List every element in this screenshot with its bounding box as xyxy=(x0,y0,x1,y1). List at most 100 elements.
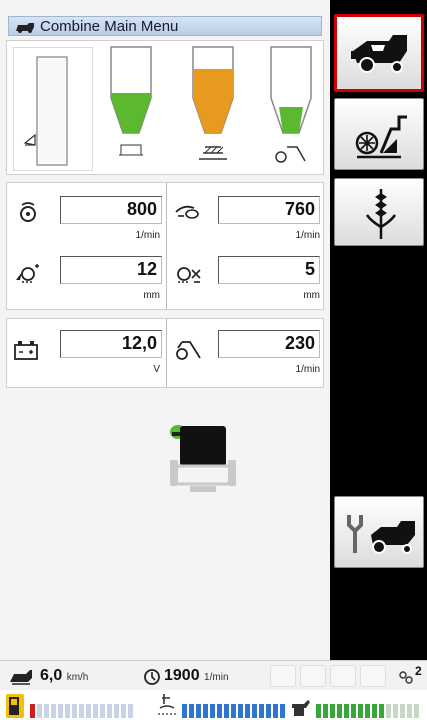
fuel-segment xyxy=(93,704,98,718)
speed-icon xyxy=(10,670,32,685)
oil-segment xyxy=(414,704,419,718)
fuel-segment xyxy=(37,704,42,718)
wrench-combine-icon xyxy=(347,515,415,554)
temperature-segment xyxy=(238,704,243,718)
fuel-segment xyxy=(30,704,35,718)
fuel-segment xyxy=(72,704,77,718)
concave-gap-up-icon xyxy=(16,264,39,283)
drum-speed-icon xyxy=(20,202,36,222)
concave-gap-up-field[interactable]: 12 xyxy=(60,256,162,284)
chopper-speed-value: 230 xyxy=(284,333,315,353)
fan-speed-unit: 1/min xyxy=(295,230,320,241)
concave-gap-down-unit: mm xyxy=(303,290,320,301)
ground-speed-unit: km/h xyxy=(66,672,89,683)
concave-gap-down-icon xyxy=(177,267,201,283)
fan-speed-icon xyxy=(175,205,199,219)
ground-speed-value: 6,0 xyxy=(40,667,63,684)
oil-segment xyxy=(365,704,370,718)
oil-segment xyxy=(407,704,412,718)
engine-speed-unit: 1/min xyxy=(204,672,229,683)
engine-speed-icon xyxy=(144,669,160,685)
status-bar: 6,0 km/h 1900 1/min 2 xyxy=(0,660,427,690)
temperature-segment xyxy=(224,704,229,718)
drum-speed-field[interactable]: 800 xyxy=(60,196,162,224)
battery-voltage-field[interactable]: 12,0 xyxy=(60,330,162,358)
temperature-segment xyxy=(210,704,215,718)
chopper-speed-icon xyxy=(176,341,201,360)
oil-segment xyxy=(330,704,335,718)
status-slot-3 xyxy=(330,665,356,687)
threshing-drum-icon xyxy=(355,115,407,159)
tank-section xyxy=(6,40,324,175)
oil-segment xyxy=(351,704,356,718)
temperature-segment xyxy=(266,704,271,718)
concave-gap-up-value: 12 xyxy=(136,259,157,279)
chopper-speed-field[interactable]: 230 xyxy=(218,330,320,358)
temperature-segment xyxy=(196,704,201,718)
oil-segment xyxy=(344,704,349,718)
concave-gap-down-value: 5 xyxy=(304,259,315,279)
oil-segment xyxy=(393,704,398,718)
fuel-segment xyxy=(121,704,126,718)
drum-speed-value: 800 xyxy=(126,199,157,219)
fuel-segment xyxy=(79,704,84,718)
status-slot-1 xyxy=(270,665,296,687)
combine-top-view-icon xyxy=(170,425,236,492)
fan-speed-field[interactable]: 760 xyxy=(218,196,320,224)
fuel-segment xyxy=(100,704,105,718)
tailings-bin-indicator xyxy=(192,46,234,160)
fuel-segment xyxy=(58,704,63,718)
status-corner-label: 2 xyxy=(415,664,422,678)
fuel-segment xyxy=(51,704,56,718)
concave-gap-down-field[interactable]: 5 xyxy=(218,256,320,284)
oil-segment xyxy=(400,704,405,718)
ground-speed-readout: 6,0 km/h xyxy=(40,667,88,685)
oil-segment xyxy=(358,704,363,718)
temperature-segment xyxy=(280,704,285,718)
battery-icon xyxy=(14,341,38,360)
concave-gap-up-unit: mm xyxy=(143,290,160,301)
fuel-segment xyxy=(65,704,70,718)
window-title: Combine Main Menu xyxy=(40,18,179,35)
fuel-segment xyxy=(128,704,133,718)
chopper-speed-unit: 1/min xyxy=(295,364,320,375)
wheat-icon xyxy=(365,189,397,239)
temperature-segment xyxy=(259,704,264,718)
oil-segment xyxy=(372,704,377,718)
title-bar: Combine Main Menu xyxy=(8,16,322,36)
temperature-segment xyxy=(182,704,187,718)
fan-speed-value: 760 xyxy=(284,199,315,219)
temperature-segment xyxy=(231,704,236,718)
oil-segment xyxy=(323,704,328,718)
oil-icon xyxy=(292,700,310,716)
returns-bin-indicator xyxy=(270,46,312,163)
oil-segment xyxy=(316,704,321,718)
fuel-segment xyxy=(86,704,91,718)
combine-icon xyxy=(351,35,407,73)
temperature-segment xyxy=(273,704,278,718)
temperature-icon xyxy=(158,694,176,715)
fuel-icon xyxy=(6,694,24,718)
temperature-segment xyxy=(217,704,222,718)
status-slot-4 xyxy=(360,665,386,687)
grain-tank-level-gauge xyxy=(13,47,93,171)
service-button[interactable] xyxy=(334,496,424,568)
drum-speed-unit: 1/min xyxy=(135,230,160,241)
combine-overview-button[interactable] xyxy=(334,14,424,92)
fuel-segment xyxy=(107,704,112,718)
battery-voltage-value: 12,0 xyxy=(121,333,157,353)
engine-speed-value: 1900 xyxy=(164,667,200,684)
main-panel: Combine Main Menu 800 1/min 760 1/min 12… xyxy=(0,0,330,660)
temperature-segment xyxy=(252,704,257,718)
oil-segment xyxy=(386,704,391,718)
crop-settings-button[interactable] xyxy=(334,178,424,246)
temperature-segment xyxy=(189,704,194,718)
status-slot-2 xyxy=(300,665,326,687)
threshing-settings-button[interactable] xyxy=(334,98,424,170)
temperature-segment xyxy=(203,704,208,718)
combine-title-icon xyxy=(16,23,34,33)
oil-segment xyxy=(379,704,384,718)
battery-voltage-unit: V xyxy=(153,364,160,375)
temperature-segment xyxy=(245,704,250,718)
oil-segment xyxy=(337,704,342,718)
